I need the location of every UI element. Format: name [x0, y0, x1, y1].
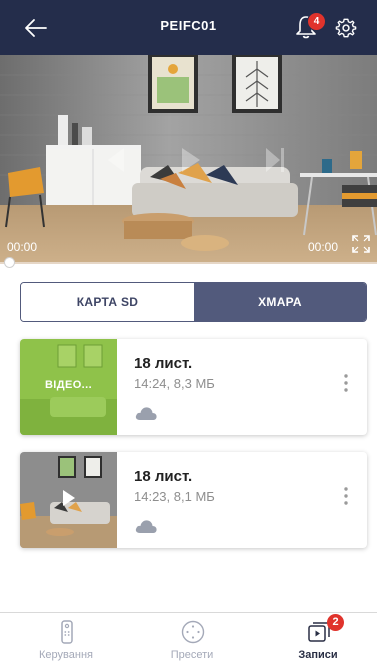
nav-item-controls[interactable]: Керування [11, 613, 121, 661]
recording-date: 18 лист. [134, 355, 193, 372]
tab-sd-card[interactable]: КАРТА SD [21, 283, 194, 321]
cloud-icon [135, 407, 157, 420]
recording-thumbnail: ВІДЕО... [20, 339, 117, 435]
recordings-badge: 2 [327, 614, 344, 631]
storage-segmented-control: КАРТА SD ХМАРА [20, 282, 367, 322]
recording-date: 18 лист. [134, 468, 193, 485]
more-options-icon[interactable] [338, 371, 354, 395]
seek-bar[interactable] [0, 262, 377, 264]
notification-badge: 4 [307, 12, 326, 31]
previous-icon[interactable] [104, 146, 126, 174]
remote-icon [61, 620, 73, 644]
nav-label: Записи [298, 649, 338, 661]
nav-item-recordings[interactable]: Записи [263, 613, 373, 661]
thumbnail-label: ВІДЕО... [44, 379, 93, 391]
gear-icon[interactable] [335, 17, 357, 39]
seek-handle[interactable] [4, 257, 15, 268]
fullscreen-icon[interactable] [351, 234, 371, 254]
tab-cloud[interactable]: ХМАРА [194, 283, 366, 321]
recording-time-size: 14:23, 8,1 МБ [134, 489, 215, 504]
recording-card[interactable]: ВІДЕО... 18 лист. 14:24, 8,3 МБ [20, 339, 367, 435]
next-icon[interactable] [264, 146, 286, 174]
play-icon[interactable] [180, 146, 202, 174]
bottom-navigation: Керування Пресети Записи [0, 612, 377, 661]
recording-card[interactable]: 18 лист. 14:23, 8,1 МБ [20, 452, 367, 548]
presets-icon [181, 620, 205, 644]
cloud-icon [135, 520, 157, 533]
nav-label: Керування [39, 649, 93, 661]
recording-thumbnail [20, 452, 117, 548]
top-bar: PEIFC01 4 [0, 0, 377, 55]
nav-label: Пресети [170, 649, 214, 661]
total-time: 00:00 [308, 240, 339, 254]
nav-item-presets[interactable]: Пресети [137, 613, 247, 661]
more-options-icon[interactable] [338, 484, 354, 508]
current-time: 00:00 [7, 240, 38, 254]
recording-time-size: 14:24, 8,3 МБ [134, 376, 215, 391]
